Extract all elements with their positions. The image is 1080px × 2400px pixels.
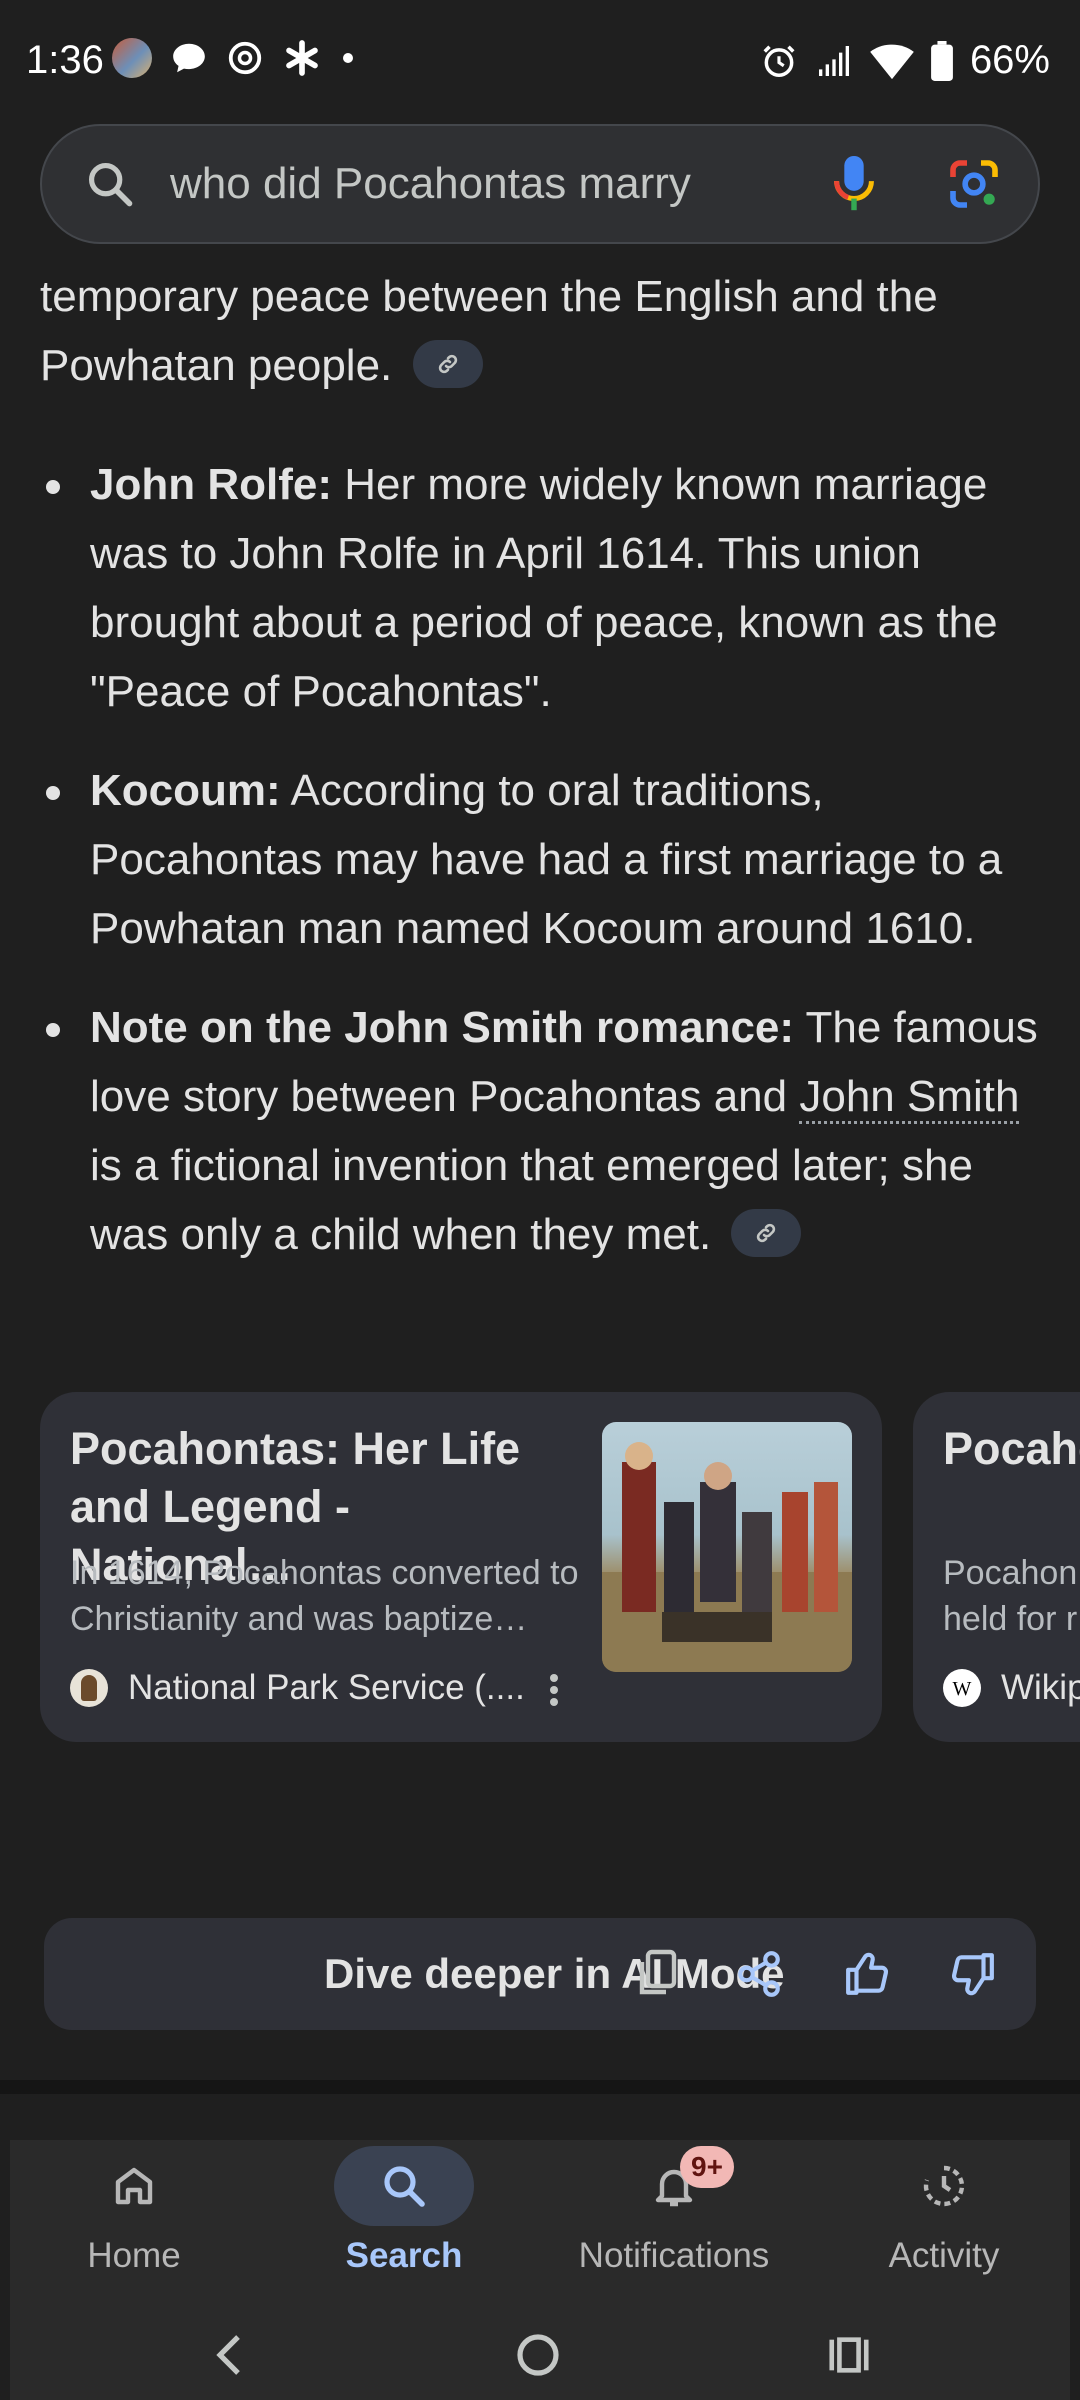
battery-percent: 66% [969,38,1050,82]
copy-icon[interactable] [634,1948,682,2000]
marriage-list: John Rolfe: Her more widely known marria… [40,450,1050,1299]
home-icon [115,2167,153,2205]
more-options-icon[interactable] [548,1672,560,1713]
card-snippet: Pocahon held for r [943,1550,1080,1642]
ai-mode-bar[interactable]: Dive deeper in AI Mode [44,1918,1036,2030]
link-icon [438,355,457,374]
search-input[interactable] [170,154,790,214]
bottom-navigation: Home Search 9+ Notifications Activity [10,2140,1070,2400]
wifi-icon [870,44,914,79]
card-thumbnail [602,1422,852,1672]
citation-chip[interactable] [412,340,483,389]
section-divider [0,2080,1080,2094]
notification-badge: 9+ [680,2146,734,2188]
chat-bubble-icon [173,43,205,73]
search-icon [84,158,136,215]
intro-text: temporary peace between the English and … [40,272,938,390]
alarm-icon [763,45,795,77]
dive-deeper-ai-mode-button[interactable]: Dive deeper in AI Mode [324,1950,785,1998]
status-icons-right: 66% [760,38,1050,83]
list-item: Kocoum: According to oral traditions, Po… [40,756,1050,963]
recent-apps-icon[interactable] [826,2330,872,2380]
card-snippet-line: held for r [943,1600,1078,1638]
status-bar: 1:36 66% [0,0,1080,120]
list-item: John Rolfe: Her more widely known marria… [40,450,1050,726]
source-card[interactable]: Pocahontas: Her Life and Legend - Nation… [40,1392,882,1742]
wikipedia-icon: W [943,1669,981,1707]
source-card[interactable]: Pocaho Pocahon held for r W Wikip [913,1392,1080,1742]
svg-text:W: W [953,1678,972,1700]
source-name: Wikip [1001,1668,1080,1707]
nav-search[interactable]: Search [294,2140,514,2300]
share-icon[interactable] [734,1948,784,2000]
signal-icon [818,45,849,76]
card-source: National Park Service (.... [70,1668,525,1708]
source-cards-carousel[interactable]: Pocahontas: Her Life and Legend - Nation… [40,1392,1080,1742]
back-icon[interactable] [210,2330,250,2380]
nps-logo-icon [70,1669,108,1707]
list-item: Note on the John Smith romance: The famo… [40,993,1050,1269]
bullet-heading: John Rolfe: [90,460,332,509]
card-title: Pocaho [943,1423,1080,1474]
status-time: 1:36 [26,38,104,82]
nav-label: Notifications [578,2236,770,2275]
bullet-heading: Note on the John Smith romance: [90,1003,795,1052]
card-source: W Wikip [943,1668,1080,1708]
thumbs-down-icon[interactable] [946,1948,996,2000]
nav-activity[interactable]: Activity [834,2140,1054,2300]
battery-icon [931,40,953,81]
asterisk-icon [286,40,318,76]
john-smith-link[interactable]: John Smith [799,1072,1020,1124]
dot-icon [343,53,353,63]
activity-history-icon [923,2165,965,2207]
bullet-text: is a fictional invention that emerged la… [90,1141,973,1259]
nav-home[interactable]: Home [24,2140,244,2300]
thumbs-up-icon[interactable] [844,1948,894,2000]
search-bar[interactable] [40,124,1040,244]
status-icons-left [112,38,356,78]
nav-label: Search [345,2236,463,2275]
card-snippet-line: Pocahon [943,1554,1078,1592]
home-circle-icon[interactable] [516,2330,560,2380]
avatar-icon [112,38,152,78]
intro-paragraph: temporary peace between the English and … [40,262,1040,400]
search-icon [384,2166,425,2207]
nav-label: Home [87,2236,181,2275]
citation-chip[interactable] [731,1209,802,1258]
nav-label: Activity [888,2236,1000,2275]
link-icon [757,1224,776,1243]
mic-icon[interactable] [832,154,876,221]
card-snippet: In 1614, Pocahontas converted to Christi… [70,1554,579,1638]
nav-notifications[interactable]: 9+ Notifications [564,2140,784,2300]
source-name: National Park Service (.... [128,1668,525,1707]
system-navigation [10,2330,1070,2400]
threads-icon [228,41,262,75]
bullet-heading: Kocoum: [90,766,281,815]
lens-camera-icon[interactable] [946,156,1002,217]
